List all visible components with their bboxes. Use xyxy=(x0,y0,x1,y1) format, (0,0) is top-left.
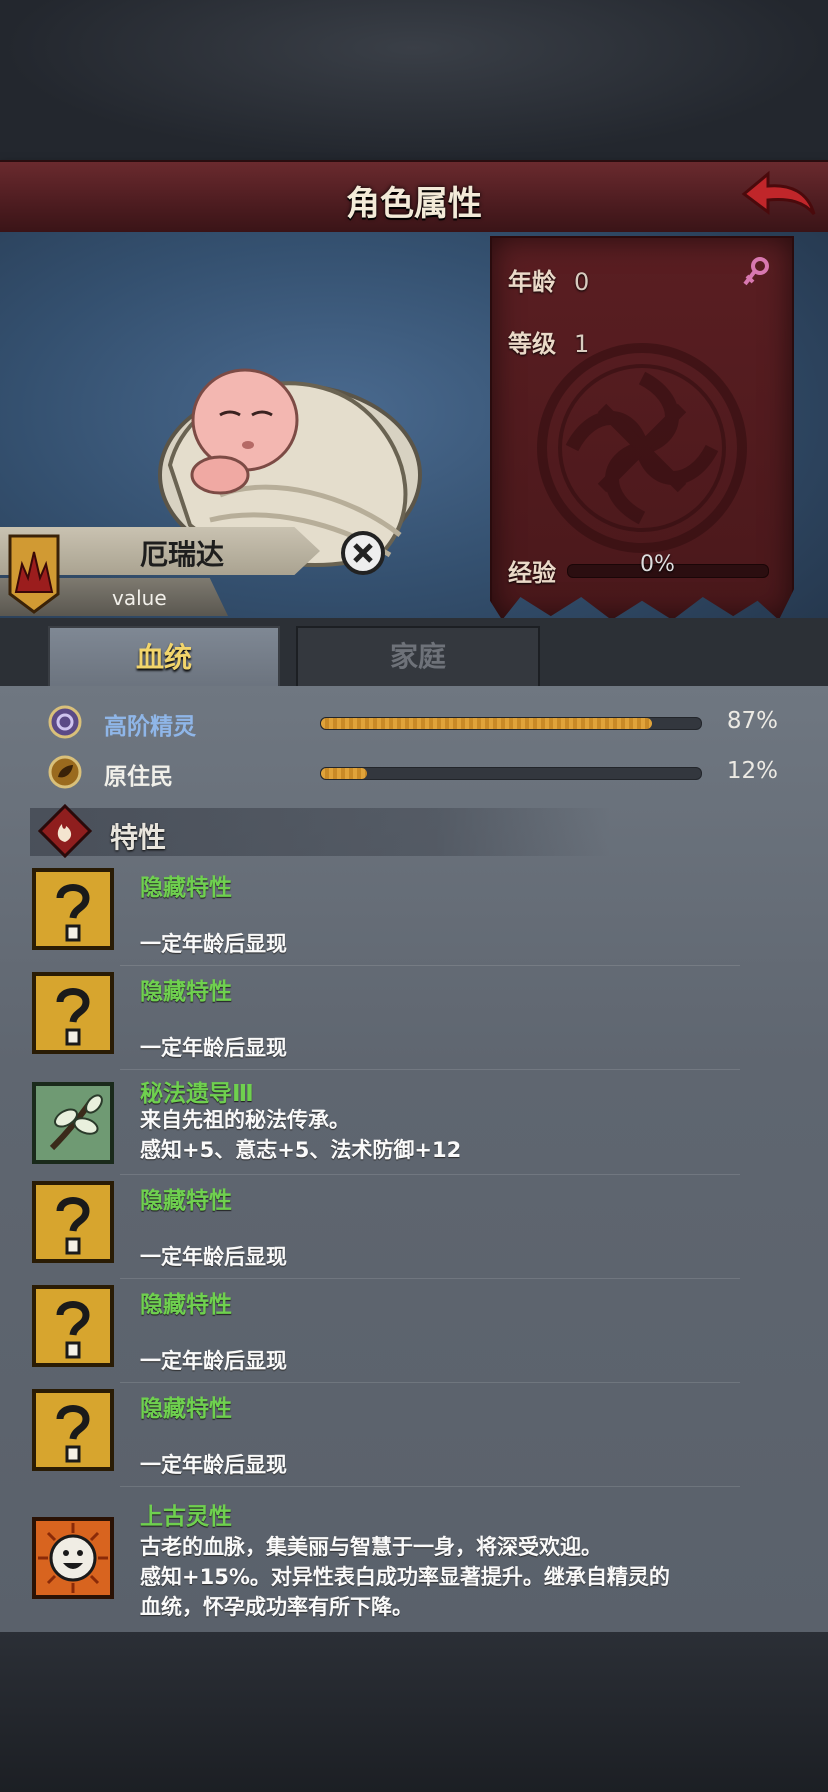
traits-title: 特性 xyxy=(110,821,167,854)
celtic-knot-emblem xyxy=(537,343,747,553)
trait-name: 隐藏特性 xyxy=(140,875,232,901)
trait-description: 一定年龄后显现 xyxy=(140,1349,287,1373)
level-label: 等级 xyxy=(508,330,556,358)
bloodline-percent: 87% xyxy=(726,708,778,734)
trait-description: 来自先祖的秘法传承。 xyxy=(140,1108,350,1132)
bloodline-name: 高阶精灵 xyxy=(104,714,196,740)
trait-description: 一定年龄后显现 xyxy=(140,932,287,956)
tab-bloodline[interactable]: 血统 xyxy=(48,626,280,688)
bloodline-bar-fill xyxy=(321,768,367,779)
trait-effects: 感知+5、意志+5、法术防御+12 xyxy=(140,1138,462,1162)
trait-description: 一定年龄后显现 xyxy=(140,1453,287,1477)
trait-name: 上古灵性 xyxy=(140,1504,232,1530)
question-mark-icon xyxy=(32,868,114,950)
trait-name: 隐藏特性 xyxy=(140,979,232,1005)
bloodline-bar xyxy=(320,717,702,730)
trait-description: 一定年龄后显现 xyxy=(140,1245,287,1269)
bloodline-percent: 12% xyxy=(726,758,778,784)
trait-description: 古老的血脉，集美丽与智慧于一身，将深受欢迎。 xyxy=(140,1535,602,1559)
top-background xyxy=(0,0,828,160)
question-mark-icon xyxy=(32,972,114,1054)
bottom-background xyxy=(0,1632,828,1792)
level-row: 等级 1 xyxy=(508,324,589,359)
bloodline-row: 原住民 12% xyxy=(0,752,828,792)
divider xyxy=(120,1174,740,1175)
trait-name: 隐藏特性 xyxy=(140,1396,232,1422)
female-gender-icon xyxy=(743,257,769,286)
age-row: 年龄 0 xyxy=(508,262,589,297)
bloodline-row: 高阶精灵 87% xyxy=(0,702,828,742)
level-value: 1 xyxy=(574,330,590,358)
exp-label: 经验 xyxy=(508,559,556,587)
divider xyxy=(120,1382,740,1383)
question-mark-icon xyxy=(32,1181,114,1263)
tab-family[interactable]: 家庭 xyxy=(296,626,540,690)
title-bar: 角色属性 xyxy=(0,160,828,235)
trait-effects-continued: 血统，怀孕成功率有所下降。 xyxy=(140,1595,413,1619)
exp-value: 0% xyxy=(640,552,675,577)
trait-name: 隐藏特性 xyxy=(140,1188,232,1214)
divider xyxy=(120,1069,740,1070)
branch-icon xyxy=(32,1082,114,1164)
bloodline-bar xyxy=(320,767,702,780)
trait-effects: 感知+15%。对异性表白成功率显著提升。继承自精灵的 xyxy=(140,1565,670,1589)
fire-trait-icon xyxy=(38,804,92,858)
page-title: 角色属性 xyxy=(346,184,482,224)
character-name: 厄瑞达 xyxy=(140,538,225,571)
traits-header: 特性 xyxy=(30,804,610,858)
divider xyxy=(120,1278,740,1279)
close-icon[interactable] xyxy=(340,530,386,576)
family-crest-icon xyxy=(8,534,60,614)
bloodline-bar-fill xyxy=(321,718,652,729)
question-mark-icon xyxy=(32,1285,114,1367)
character-subtitle: value xyxy=(112,586,167,610)
trait-description: 一定年龄后显现 xyxy=(140,1036,287,1060)
divider xyxy=(120,965,740,966)
high-elf-icon xyxy=(48,705,82,739)
native-icon xyxy=(48,755,82,789)
age-value: 0 xyxy=(574,268,590,296)
question-mark-icon xyxy=(32,1389,114,1471)
age-label: 年龄 xyxy=(508,268,556,296)
bloodline-name: 原住民 xyxy=(104,764,173,790)
smiling-face-icon xyxy=(32,1517,114,1599)
trait-name: 秘法遗导Ⅲ xyxy=(140,1081,254,1107)
back-arrow-icon[interactable] xyxy=(738,168,818,228)
trait-name: 隐藏特性 xyxy=(140,1292,232,1318)
stats-banner: 年龄 0 等级 1 经验 0% xyxy=(490,236,794,620)
divider xyxy=(120,1486,740,1487)
